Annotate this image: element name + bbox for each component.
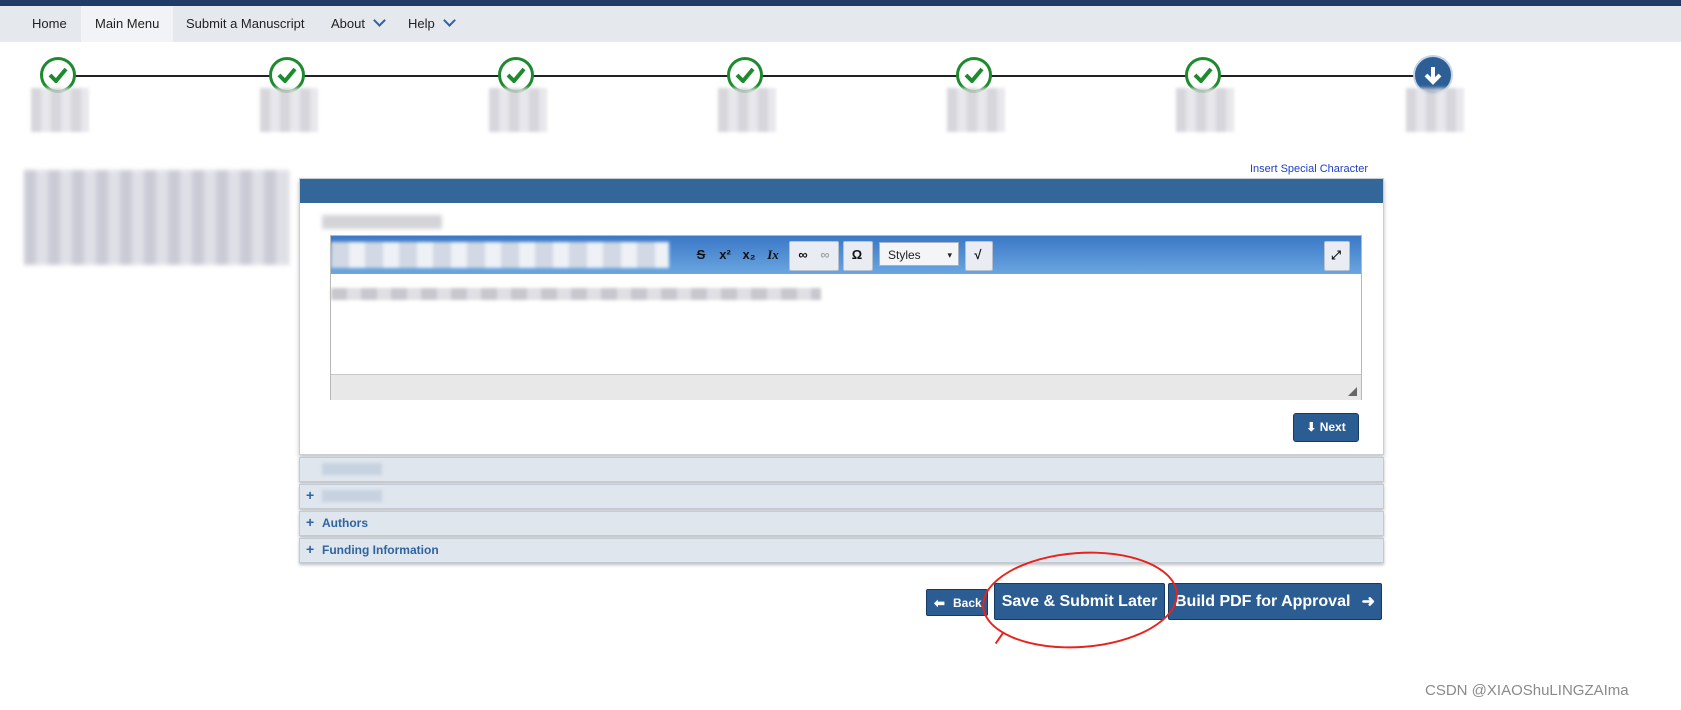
redacted-toolbar-buttons <box>331 242 669 268</box>
section-authors-label: Authors <box>322 516 368 530</box>
nav-about[interactable]: About <box>317 6 398 42</box>
plus-icon: + <box>306 514 315 530</box>
redacted-sidebar-text <box>24 170 289 265</box>
styles-dropdown[interactable]: Styles ▾ <box>879 242 959 266</box>
remove-format-button[interactable]: Ix <box>761 243 785 267</box>
build-pdf-button[interactable]: Build PDF for Approval ➜ <box>1168 583 1382 620</box>
step-7-label <box>1406 88 1464 132</box>
back-label: Back <box>953 596 982 610</box>
special-character-button[interactable]: Ω <box>845 243 869 267</box>
nav-home[interactable]: Home <box>18 6 81 42</box>
superscript-button[interactable]: x² <box>713 243 737 267</box>
section-2-header[interactable]: + <box>299 484 1384 509</box>
strikethrough-button[interactable]: S <box>689 243 713 267</box>
editor-content[interactable] <box>331 274 1361 374</box>
section-funding-label: Funding Information <box>322 543 439 557</box>
resize-handle-icon[interactable] <box>1348 387 1357 396</box>
step-3-label <box>489 88 547 132</box>
watermark: CSDN @XIAOShuLINGZAIma <box>1425 682 1629 699</box>
editor-status-bar <box>331 374 1361 400</box>
step-5-label <box>947 88 1005 132</box>
arrow-down-icon: ⬇ <box>1306 420 1320 434</box>
arrow-left-icon: ⬅ <box>934 595 945 610</box>
nav-submit-manuscript[interactable]: Submit a Manuscript <box>172 6 319 42</box>
step-2-label <box>260 88 318 132</box>
step-4-label <box>718 88 776 132</box>
styles-label: Styles <box>888 248 921 262</box>
section-funding-header[interactable]: + Funding Information <box>299 538 1384 563</box>
next-button[interactable]: ⬇ Next <box>1293 413 1359 442</box>
redacted-editor-text <box>331 288 821 300</box>
rich-text-editor[interactable]: S x² x₂ Ix ∞ ∞ Ω Styles ▾ √ ⤢ <box>330 235 1362 400</box>
chevron-down-icon <box>442 14 456 27</box>
arrow-right-icon: ➜ <box>1361 593 1375 610</box>
back-button[interactable]: ⬅ Back <box>926 589 988 616</box>
step-1-label <box>31 88 89 132</box>
nav-main-menu[interactable]: Main Menu <box>81 6 174 42</box>
redacted-section-title <box>322 463 382 475</box>
maximize-icon[interactable]: ⤢ <box>1324 243 1348 267</box>
redacted-field-label <box>322 215 442 229</box>
chevron-down-icon <box>373 14 386 27</box>
save-submit-later-button[interactable]: Save & Submit Later <box>994 583 1165 620</box>
math-button[interactable]: √ <box>966 243 990 267</box>
plus-icon: + <box>306 541 315 557</box>
plus-icon: + <box>306 487 315 503</box>
nav-help-label: Help <box>408 16 435 31</box>
nav-about-label: About <box>331 16 365 31</box>
panel-header[interactable] <box>300 179 1383 203</box>
chevron-down-icon: ▾ <box>947 250 952 260</box>
nav-help[interactable]: Help <box>394 6 468 42</box>
link-icon[interactable]: ∞ <box>791 243 815 267</box>
subscript-button[interactable]: x₂ <box>737 243 761 267</box>
insert-special-character-link[interactable]: Insert Special Character <box>1250 163 1368 175</box>
build-pdf-label: Build PDF for Approval <box>1175 593 1351 610</box>
next-label: Next <box>1319 420 1346 434</box>
step-6-label <box>1176 88 1234 132</box>
redacted-section-title <box>322 490 382 502</box>
editor-panel: S x² x₂ Ix ∞ ∞ Ω Styles ▾ √ ⤢ ⬇ Next <box>299 178 1384 455</box>
unlink-icon[interactable]: ∞ <box>813 243 837 267</box>
annotation-tail <box>994 631 1020 655</box>
section-1-header[interactable] <box>299 457 1384 482</box>
section-authors-header[interactable]: + Authors <box>299 511 1384 536</box>
editor-toolbar: S x² x₂ Ix ∞ ∞ Ω Styles ▾ √ ⤢ <box>331 236 1361 274</box>
